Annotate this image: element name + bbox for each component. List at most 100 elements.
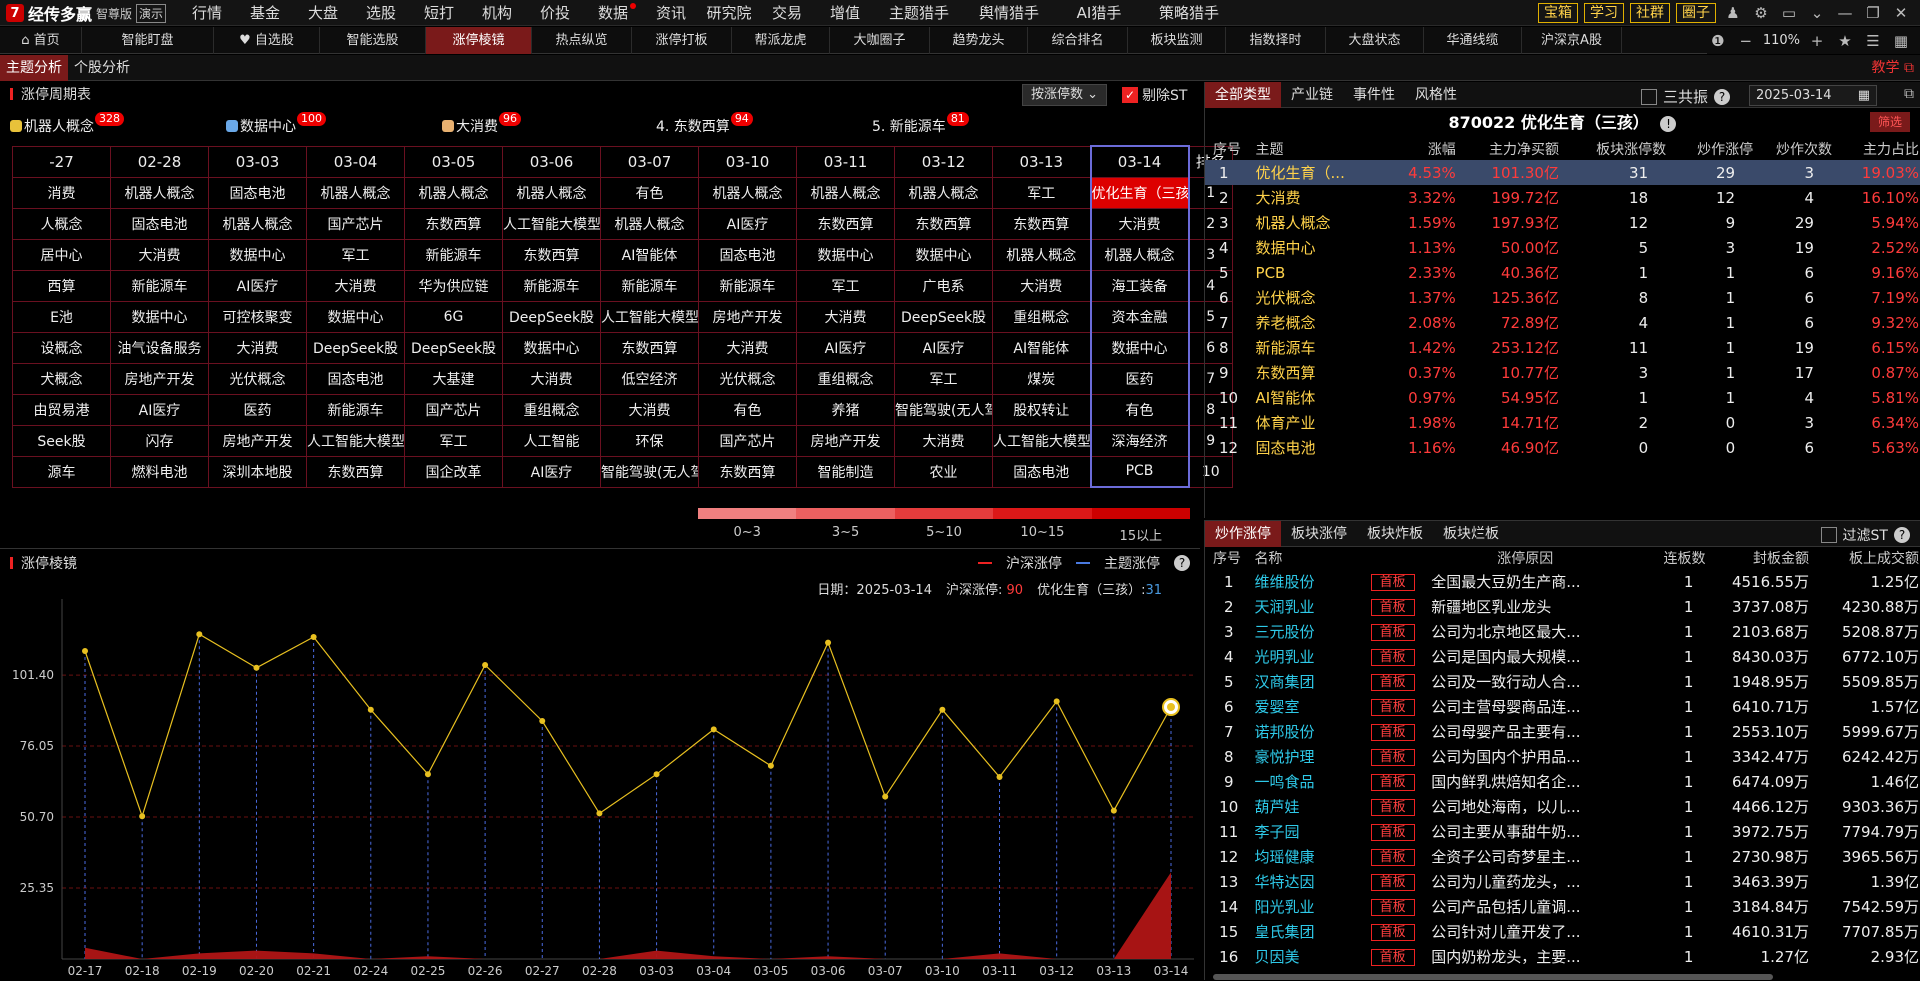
stock-name[interactable]: 阳光乳业 [1252,894,1356,919]
minimize-icon[interactable]: — [1834,4,1856,22]
theme-cell[interactable]: 军工 [404,424,503,457]
menu-item-12[interactable]: 主题猎手 [874,0,964,26]
stock-name[interactable]: 汉商集团 [1252,669,1356,694]
legend-theme-3[interactable]: 大消费 96 [442,112,521,136]
theme-cell[interactable]: 房地产开发 [796,424,895,457]
theme-cell[interactable]: 固态电池 [306,362,405,395]
theme-cell[interactable]: 东数西算 [698,455,797,488]
theme-cell[interactable]: 大消费 [796,300,895,333]
menu-item-6[interactable]: 价投 [526,0,584,26]
theme-row[interactable]: 5 PCB 2.33% 40.36亿 1 1 6 9.16% [1205,260,1920,285]
theme-cell[interactable]: 智能驾驶(无人驾驶) [600,455,699,488]
menu-item-5[interactable]: 机构 [468,0,526,26]
theme-cell[interactable]: AI医疗 [894,331,993,364]
theme-cell[interactable]: 数据中心 [306,300,405,333]
legend-theme-1[interactable]: 机器人概念 328 [10,112,124,136]
stock-name[interactable]: 天润乳业 [1252,594,1356,619]
theme-cell[interactable]: 大消费 [894,424,993,457]
theme-cell[interactable]: 数据中心 [894,238,993,271]
theme-col-header-6[interactable]: 炒作次数 [1755,138,1834,160]
theme-row[interactable]: 2 大消费 3.32% 199.72亿 18 12 4 16.10% [1205,185,1920,210]
tab-2[interactable]: ♥ 自选股 [214,27,320,54]
theme-cell[interactable]: AI医疗 [502,455,601,488]
date-header-10[interactable]: 03-13 [992,145,1091,178]
stock-name[interactable]: 诺邦股份 [1252,719,1356,744]
theme-cell[interactable]: 机器人概念 [110,176,209,209]
filter-button[interactable]: 筛选 [1869,112,1910,132]
menu-item-4[interactable]: 短打 [410,0,468,26]
stock-name[interactable]: 华特达因 [1252,869,1356,894]
tab-12[interactable]: 指数择时 [1226,27,1326,54]
app-logo[interactable]: 7 经传多赢 智尊版 演示 [0,0,178,26]
stock-col-header-4[interactable]: 连板数 [1621,547,1707,569]
horizontal-scrollbar[interactable] [1213,974,1773,980]
theme-cell[interactable]: Seek股 [12,424,111,457]
stock-row[interactable]: 15 皇氏集团 首板 公司针对儿童开发了... 1 4610.31万 7707.85万 [1205,919,1920,944]
stock-col-header-6[interactable]: 板上成交额 [1811,547,1920,569]
top-button-2[interactable]: 社群 [1630,3,1670,23]
theme-cell[interactable]: AI医疗 [698,207,797,240]
help-icon[interactable]: ? [1714,88,1731,105]
date-header-8[interactable]: 03-11 [796,145,895,178]
theme-cell[interactable]: 有色 [698,393,797,426]
tab-6[interactable]: 涨停打板 [632,27,732,54]
stock-name[interactable]: 光明乳业 [1252,644,1356,669]
theme-cell[interactable]: 大消费 [208,331,307,364]
menu-item-3[interactable]: 选股 [352,0,410,26]
list-icon[interactable]: ☰ [1862,32,1884,50]
theme-cell[interactable]: 光伏概念 [208,362,307,395]
theme-cell[interactable]: 消费 [12,176,111,209]
theme-cell[interactable]: 数据中心 [1089,331,1190,364]
star-icon[interactable]: ★ [1834,32,1856,50]
stock-row[interactable]: 7 诺邦股份 首板 公司母婴产品主要有... 1 2553.10万 5999.67万 [1205,719,1920,744]
tab-13[interactable]: 大盘状态 [1326,27,1424,54]
theme-cell[interactable]: 人概念 [12,207,111,240]
theme-cell[interactable]: 优化生育（三孩） [1089,176,1190,209]
theme-cell[interactable]: 机器人概念 [698,176,797,209]
theme-cell[interactable]: 国企改革 [404,455,503,488]
menu-item-13[interactable]: 舆情猎手 [964,0,1054,26]
stock-row[interactable]: 8 豪悦护理 首板 公司为国内个护用品... 1 3342.47万 6242.42万 [1205,744,1920,769]
date-header-4[interactable]: 03-05 [404,145,503,178]
top-button-0[interactable]: 宝箱 [1538,3,1578,23]
theme-cell[interactable]: 由贸易港 [12,393,111,426]
theme-row[interactable]: 7 养老概念 2.08% 72.89亿 4 1 6 9.32% [1205,310,1920,335]
stock-row[interactable]: 14 阳光乳业 首板 公司产品包括儿童调... 1 3184.84万 7542.59万 [1205,894,1920,919]
stock-row[interactable]: 16 贝因美 首板 国内奶粉龙头，主要... 1 1.27亿 2.93亿 [1205,944,1920,969]
theme-cell[interactable]: 6G [404,300,503,333]
theme-cell[interactable]: 低空经济 [600,362,699,395]
menu-item-14[interactable]: AI猎手 [1054,0,1144,26]
stock-row[interactable]: 2 天润乳业 首板 新疆地区乳业龙头 1 3737.08万 4230.88万 [1205,594,1920,619]
close-icon[interactable]: ✕ [1890,4,1912,22]
theme-cell[interactable]: 新能源车 [110,269,209,302]
theme-cell[interactable]: 人工智能大模型 [502,207,601,240]
stock-row[interactable]: 12 均瑶健康 首板 全资子公司奇梦星主... 1 2730.98万 3965.56万 [1205,844,1920,869]
sangong-toggle[interactable]: 三共振 ? [1641,86,1731,107]
theme-cell[interactable]: 固态电池 [110,207,209,240]
theme-cell[interactable]: 大消费 [306,269,405,302]
menu-item-2[interactable]: 大盘 [294,0,352,26]
theme-cell[interactable]: 机器人概念 [992,238,1091,271]
stock-row[interactable]: 3 三元股份 首板 公司为北京地区最大... 1 2103.68万 5208.87万 [1205,619,1920,644]
theme-cell[interactable]: 军工 [992,176,1091,209]
theme-cell[interactable]: 军工 [306,238,405,271]
theme-cell[interactable]: 闪存 [110,424,209,457]
date-header-3[interactable]: 03-04 [306,145,405,178]
theme-cell[interactable]: 医药 [208,393,307,426]
theme-row[interactable]: 4 数据中心 1.13% 50.00亿 5 3 19 2.52% [1205,235,1920,260]
stock-col-header-0[interactable]: 序号 [1205,547,1252,569]
date-picker[interactable]: 2025-03-14 ▦ [1749,85,1877,106]
theme-cell[interactable]: 源车 [12,455,111,488]
theme-cell[interactable]: 军工 [894,362,993,395]
theme-cell[interactable]: 大消费 [1089,207,1190,240]
stock-name[interactable]: 三元股份 [1252,619,1356,644]
theme-cell[interactable]: 可控核聚变 [208,300,307,333]
theme-col-header-4[interactable]: 板块涨停数 [1561,138,1668,160]
theme-cell[interactable]: 农业 [894,455,993,488]
theme-cell[interactable]: 大消费 [698,331,797,364]
sub-tab-1[interactable]: 个股分析 [68,55,136,81]
theme-cell[interactable]: E池 [12,300,111,333]
stock-name[interactable]: 爱婴室 [1252,694,1356,719]
sort-dropdown[interactable]: 按涨停数 ⌄ [1022,84,1108,106]
exclude-st-checkbox[interactable]: ✓ [1122,87,1138,103]
